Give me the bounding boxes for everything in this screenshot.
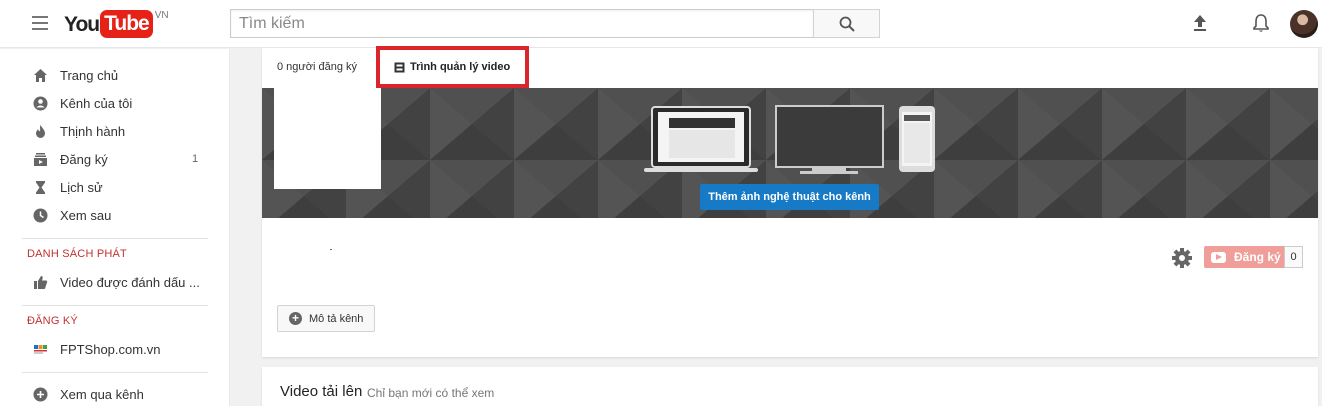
sidebar-item-label: Lịch sử [60, 179, 103, 195]
sidebar-item-label: Trang chủ [60, 67, 119, 83]
subscriptions-count-badge: 1 [192, 153, 199, 165]
upload-icon[interactable] [1189, 12, 1211, 34]
menu-icon[interactable] [32, 16, 48, 30]
search-button[interactable] [813, 9, 880, 38]
hourglass-icon [36, 181, 45, 194]
search-input[interactable] [230, 9, 814, 38]
channel-description-label: Mô tả kênh [309, 312, 364, 325]
sidebar-item-browse-channels[interactable]: Xem qua kênh [0, 380, 229, 406]
tv-illustration [775, 105, 884, 174]
uploads-privacy-note: Chỉ bạn mới có thể xem [367, 386, 495, 400]
account-icon [33, 96, 48, 111]
subscribe-button[interactable]: Đăng ký [1204, 246, 1284, 268]
logo-you-text: You [64, 13, 100, 36]
subscribe-label: Đăng ký [1234, 250, 1281, 264]
sidebar-divider [22, 372, 208, 373]
sidebar-item-my-channel[interactable]: Kênh của tôi [0, 89, 229, 117]
subscriptions-heading: ĐĂNG KÝ [27, 315, 78, 327]
thumbs-up-icon [34, 276, 48, 289]
clock-icon [33, 208, 48, 223]
sidebar-divider [22, 305, 208, 306]
sidebar-item-label: Video được đánh dấu ... [60, 274, 200, 290]
add-circle-icon [33, 387, 48, 402]
top-bar: You Tube VN [0, 0, 1322, 48]
video-manager-icon [394, 62, 405, 72]
search-icon [839, 16, 855, 32]
sidebar-item-label: Thịnh hành [60, 123, 126, 139]
channel-name-dot [330, 249, 332, 250]
channel-description-button[interactable]: + Mô tả kênh [277, 305, 375, 332]
avatar[interactable] [1290, 10, 1318, 38]
gear-icon[interactable] [1171, 247, 1193, 269]
playlists-heading: DANH SÁCH PHÁT [27, 248, 127, 260]
flame-icon [36, 125, 45, 138]
add-channel-art-button[interactable]: Thêm ảnh nghệ thuật cho kênh [700, 184, 879, 210]
home-icon [34, 69, 47, 82]
fpt-logo-icon [34, 345, 47, 354]
subscriber-count: 0 [1284, 246, 1303, 268]
channel-avatar-placeholder[interactable] [274, 88, 381, 189]
video-manager-tab[interactable]: Trình quản lý video [376, 46, 529, 88]
bell-icon[interactable] [1250, 12, 1272, 34]
sidebar-item-history[interactable]: Lịch sử [0, 173, 229, 201]
sidebar-item-fptshop[interactable]: FPTShop.com.vn [0, 335, 229, 363]
logo-region-text: VN [154, 10, 169, 21]
sidebar-item-label: Xem qua kênh [60, 386, 144, 402]
youtube-logo[interactable]: You Tube VN [64, 10, 169, 40]
sidebar-item-subscriptions[interactable]: Đăng ký 1 [0, 145, 229, 173]
uploads-title: Video tải lên [280, 383, 363, 400]
video-manager-label: Trình quản lý video [410, 61, 511, 73]
youtube-play-icon [1211, 251, 1226, 263]
subscriptions-icon [34, 153, 47, 166]
sidebar-divider [22, 238, 208, 239]
sidebar-item-label: Xem sau [60, 207, 112, 223]
phone-illustration [899, 106, 935, 172]
sidebar-item-label: Đăng ký [60, 151, 108, 167]
subscriber-count-tab[interactable]: 0 người đăng ký [277, 61, 357, 73]
sidebar-item-trending[interactable]: Thịnh hành [0, 117, 229, 145]
sidebar-item-home[interactable]: Trang chủ [0, 61, 229, 89]
sidebar-item-watch-later[interactable]: Xem sau [0, 201, 229, 229]
sidebar-item-label: FPTShop.com.vn [60, 341, 161, 357]
plus-circle-icon: + [289, 312, 302, 325]
sidebar-item-label: Kênh của tôi [60, 95, 133, 111]
logo-tube-text: Tube [100, 10, 153, 38]
sidebar-item-liked-videos[interactable]: Video được đánh dấu ... [0, 268, 229, 296]
laptop-illustration [644, 106, 758, 172]
